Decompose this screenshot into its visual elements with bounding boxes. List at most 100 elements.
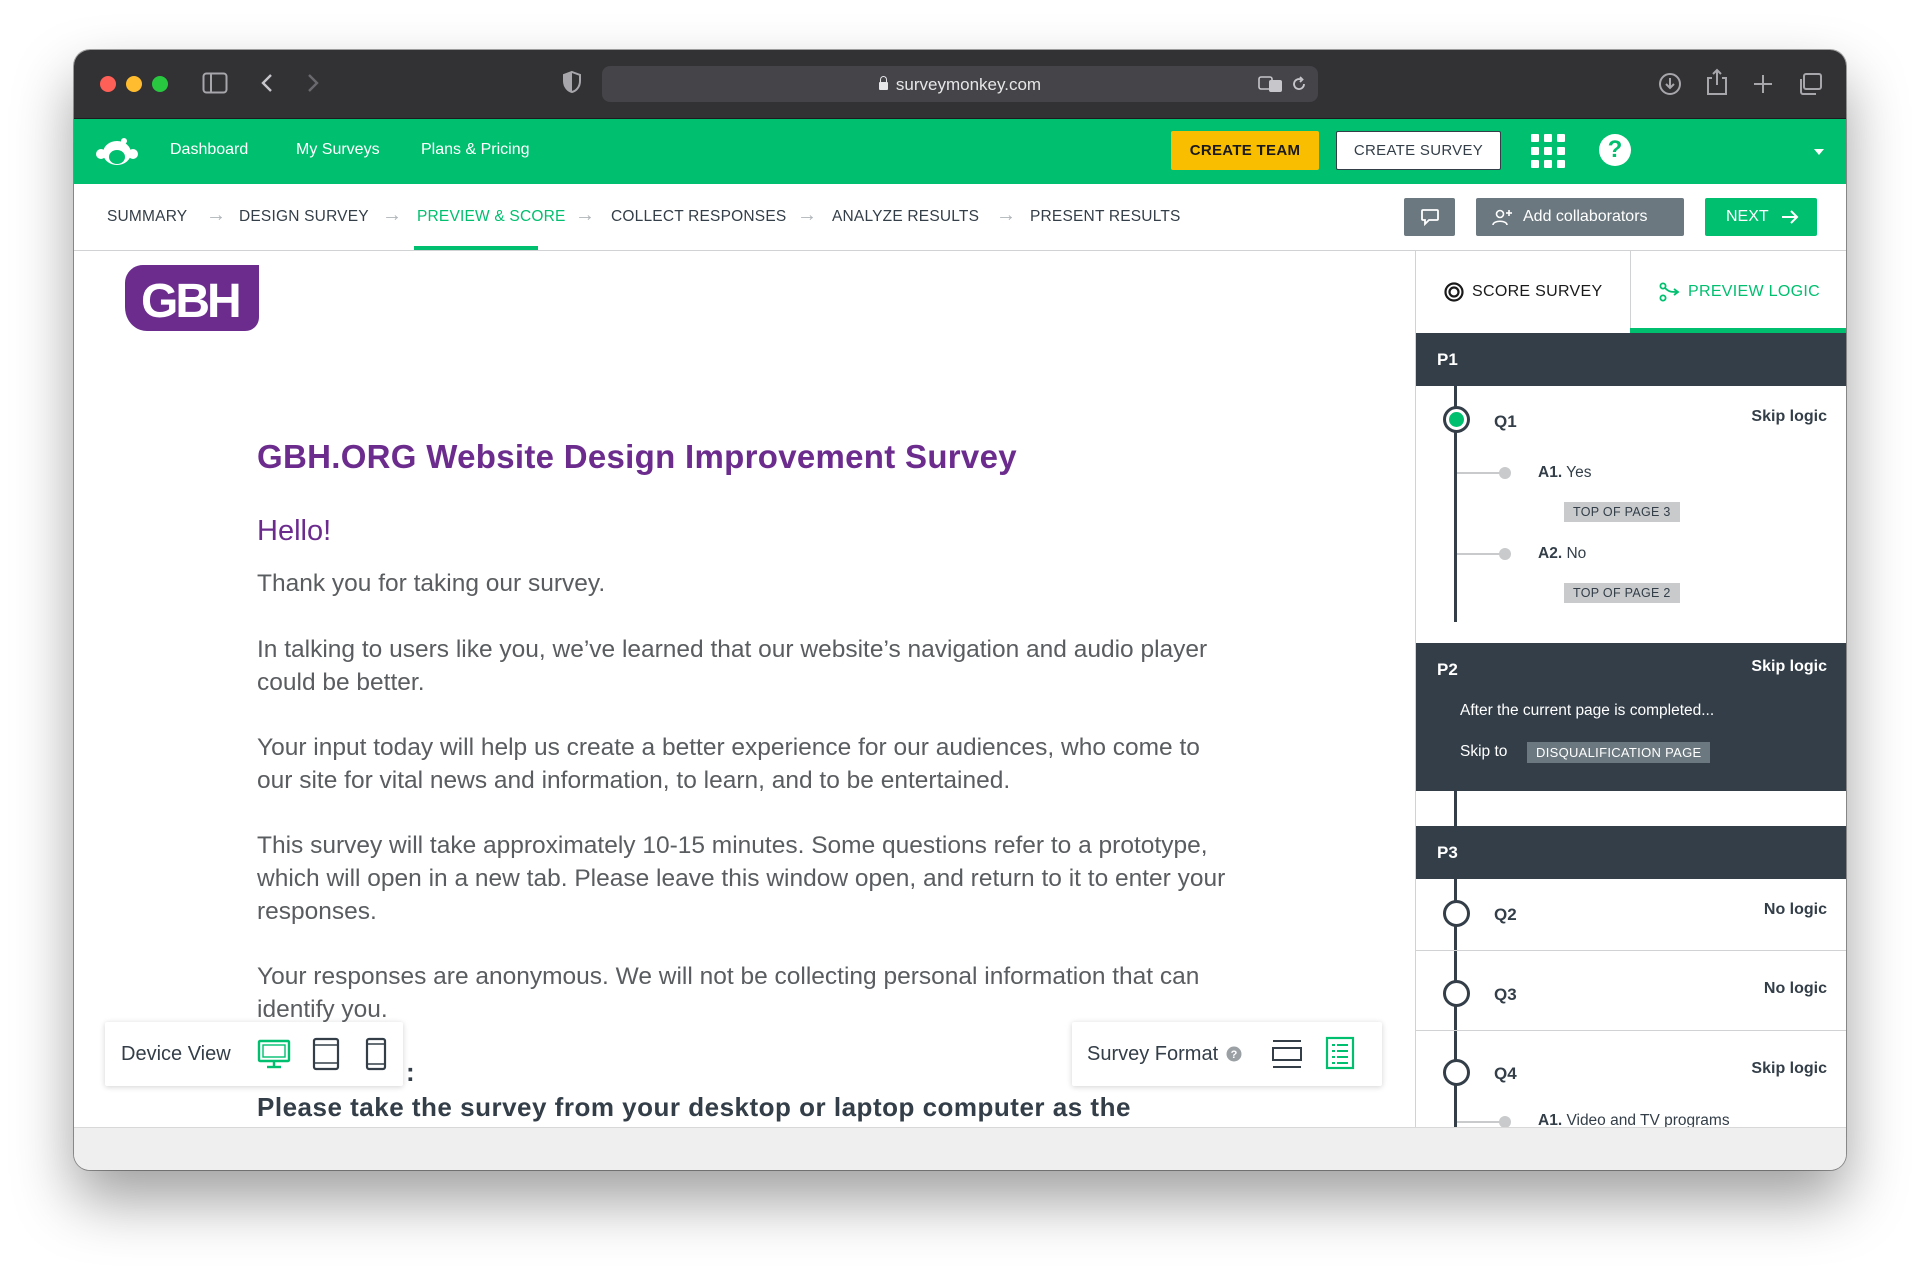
answer-prefix: A2. [1538, 545, 1563, 562]
workflow-steps: SUMMARY → DESIGN SURVEY → PREVIEW & SCOR… [74, 184, 1846, 251]
survey-title: GBH.ORG Website Design Improvement Surve… [257, 438, 1017, 475]
mobile-icon[interactable] [365, 1037, 387, 1071]
tablet-icon[interactable] [312, 1037, 340, 1071]
tab-preview-logic[interactable]: PREVIEW LOGIC [1630, 251, 1846, 333]
desktop-icon[interactable] [257, 1039, 291, 1069]
one-question-format-icon[interactable] [1271, 1038, 1303, 1070]
forward-icon[interactable] [306, 72, 320, 94]
translate-icon[interactable] [1258, 75, 1284, 93]
step-present-results[interactable]: PRESENT RESULTS [1030, 208, 1181, 226]
tab-score-survey[interactable]: SCORE SURVEY [1416, 251, 1631, 334]
arrow-right-icon [1782, 210, 1799, 224]
answer-text: Yes [1566, 464, 1592, 481]
answer-node [1499, 467, 1511, 479]
logic-branch-icon [1659, 282, 1680, 302]
shield-icon[interactable] [562, 70, 582, 94]
q3-node [1443, 980, 1470, 1007]
sidebar-icon[interactable] [202, 72, 228, 94]
gbh-logo: GBH [125, 265, 259, 331]
answer-node [1499, 548, 1511, 560]
answer-prefix: A1. [1538, 1112, 1563, 1127]
desktop-instruction: Please take the survey from your desktop… [257, 1092, 1131, 1122]
nav-plans-pricing[interactable]: Plans & Pricing [421, 141, 530, 159]
survey-format-label: Survey Format [1087, 1043, 1219, 1065]
answer-prefix: A1. [1538, 464, 1563, 481]
intro-paragraph-4: This survey will take approximately 10-1… [257, 832, 1226, 925]
step-summary[interactable]: SUMMARY [107, 208, 187, 226]
q4-label[interactable]: Q4 [1494, 1064, 1517, 1084]
account-chevron-down-icon[interactable] [1814, 149, 1824, 155]
nav-my-surveys[interactable]: My Surveys [296, 141, 380, 159]
info-icon[interactable]: ? [1226, 1046, 1242, 1062]
browser-window: surveymonkey.com Dashboard My Surveys Pl… [74, 50, 1846, 1170]
share-icon[interactable] [1706, 68, 1728, 96]
q2-node [1443, 900, 1470, 927]
url-label: surveymonkey.com [895, 75, 1042, 94]
divider [1416, 1030, 1846, 1031]
tab-overview-icon[interactable] [1798, 72, 1824, 96]
intro-paragraph-5: Your responses are anonymous. We will no… [257, 963, 1200, 1023]
apps-grid-icon[interactable] [1531, 134, 1565, 168]
survey-preview: GBH GBH.ORG Website Design Improvement S… [74, 251, 1415, 1127]
intro-paragraph-1: Thank you for taking our survey. [257, 570, 606, 597]
step-design-survey[interactable]: DESIGN SURVEY [239, 208, 369, 226]
page-p1-header: P1 [1416, 333, 1846, 386]
q1-answer-2: A2. No [1538, 545, 1586, 563]
download-icon[interactable] [1658, 72, 1682, 96]
greeting-heading: Hello! [257, 515, 332, 547]
page-p1-label: P1 [1437, 350, 1458, 369]
help-icon[interactable]: ? [1599, 134, 1631, 166]
q1-label[interactable]: Q1 [1494, 412, 1517, 432]
q1-logic-label: Skip logic [1751, 408, 1827, 425]
create-team-button[interactable]: CREATE TEAM [1171, 131, 1319, 170]
arrow-right-icon: → [382, 204, 402, 226]
close-window-button[interactable] [100, 76, 116, 92]
step-analyze-results[interactable]: ANALYZE RESULTS [832, 208, 979, 226]
browser-bottom-bar [74, 1127, 1846, 1170]
step-preview-score[interactable]: PREVIEW & SCORE [417, 208, 566, 226]
q1-answer-1: A1. Yes [1538, 464, 1591, 482]
step-collect-responses[interactable]: COLLECT RESPONSES [611, 208, 786, 226]
q2-label[interactable]: Q2 [1494, 905, 1517, 925]
surveymonkey-logo-icon[interactable] [94, 133, 140, 167]
score-icon [1444, 282, 1464, 302]
logic-panel: SCORE SURVEY PREVIEW LOGIC P1 Q1 Skip lo… [1415, 251, 1846, 1127]
nav-dashboard[interactable]: Dashboard [170, 141, 248, 159]
answer-text: No [1566, 545, 1587, 562]
page-p2-label: P2 [1437, 660, 1458, 679]
add-collaborators-label: Add collaborators [1523, 208, 1648, 225]
lock-icon [878, 76, 888, 90]
svg-text:?: ? [1231, 1049, 1238, 1061]
zoom-window-button[interactable] [152, 76, 168, 92]
answer-connector [1457, 472, 1503, 474]
create-survey-button[interactable]: CREATE SURVEY [1336, 131, 1501, 170]
intro-paragraph-2: In talking to users like you, we’ve lear… [257, 636, 1208, 696]
arrow-right-icon: → [206, 204, 226, 226]
p2-condition: After the current page is completed... [1460, 702, 1715, 719]
comments-button[interactable] [1404, 198, 1455, 236]
arrow-right-icon: → [797, 204, 817, 226]
answer-text: Video and TV programs [1566, 1112, 1730, 1127]
new-tab-icon[interactable] [1752, 73, 1774, 95]
q4-answer-1: A1. Video and TV programs [1538, 1112, 1730, 1127]
minimize-window-button[interactable] [126, 76, 142, 92]
page-p3-header: P3 [1416, 826, 1846, 879]
add-collaborators-button[interactable]: Add collaborators [1476, 198, 1684, 236]
answer-node [1499, 1116, 1511, 1127]
classic-format-icon[interactable] [1325, 1036, 1355, 1070]
q1-active-dot [1449, 412, 1464, 427]
q4-node [1443, 1059, 1470, 1086]
address-bar[interactable]: surveymonkey.com [602, 66, 1318, 102]
q1-node [1443, 406, 1470, 433]
q3-label[interactable]: Q3 [1494, 985, 1517, 1005]
next-button[interactable]: NEXT [1705, 198, 1817, 236]
preview-logic-label: PREVIEW LOGIC [1688, 283, 1820, 300]
reload-icon[interactable] [1290, 75, 1308, 93]
page-p2-block: P2 Skip logic After the current page is … [1416, 643, 1846, 791]
partial-heading-colon: : [406, 1057, 415, 1087]
url-text: surveymonkey.com [602, 75, 1318, 95]
back-icon[interactable] [260, 72, 274, 94]
active-step-indicator [414, 246, 538, 250]
skip-target-tag: TOP OF PAGE 3 [1564, 502, 1680, 522]
next-label: NEXT [1726, 208, 1769, 225]
